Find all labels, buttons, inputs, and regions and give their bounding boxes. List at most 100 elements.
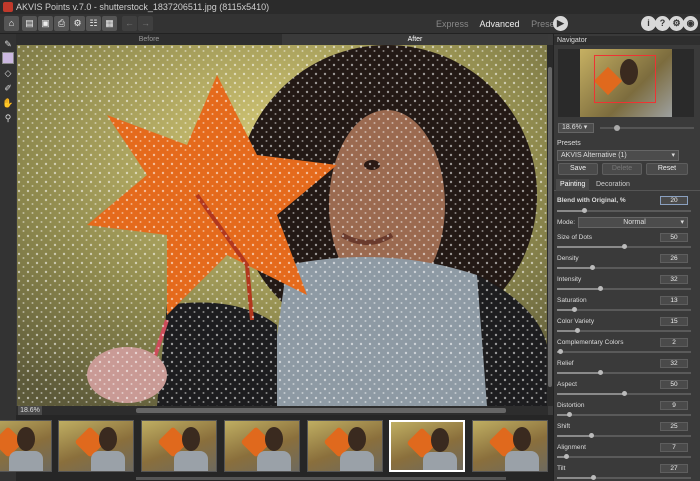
- navigator-preview[interactable]: [558, 49, 694, 117]
- param-value[interactable]: 13: [660, 296, 688, 305]
- param-slider[interactable]: [557, 286, 691, 291]
- param-slider[interactable]: [557, 412, 691, 417]
- param-slider[interactable]: [557, 370, 691, 375]
- canvas-zoom-bar: 18.6%: [16, 406, 548, 415]
- batch-icon[interactable]: ⚙: [70, 16, 85, 31]
- window-title: AKVIS Points v.7.0 - shutterstock_183720…: [16, 2, 270, 12]
- title-bar: AKVIS Points v.7.0 - shutterstock_183720…: [0, 0, 700, 14]
- tab-after[interactable]: After: [282, 34, 548, 45]
- param-label: Relief: [557, 360, 574, 367]
- param-value[interactable]: 15: [660, 317, 688, 326]
- preset-thumb-selected[interactable]: [389, 420, 465, 472]
- open-file-icon[interactable]: ▤: [22, 16, 37, 31]
- preset-thumb[interactable]: [224, 420, 300, 472]
- zoom-level[interactable]: 18.6%: [18, 406, 42, 415]
- run-icon[interactable]: ▶: [553, 16, 568, 31]
- presets-title: Presets: [557, 140, 581, 147]
- home-icon[interactable]: ⌂: [4, 16, 19, 31]
- notifications-icon[interactable]: ◉: [683, 16, 698, 31]
- preset-thumb[interactable]: [472, 420, 548, 472]
- param-label: Distortion: [557, 402, 585, 409]
- preset-thumb[interactable]: [0, 420, 52, 472]
- navigator-header: Navigator: [554, 36, 700, 45]
- param-label: Density: [557, 255, 579, 262]
- param-label: Size of Dots: [557, 234, 593, 241]
- save-file-icon[interactable]: ▣: [38, 16, 53, 31]
- param-value[interactable]: 32: [660, 275, 688, 284]
- preferences-icon[interactable]: ▦: [102, 16, 117, 31]
- settings-panel: Navigator 18.6% ▾ Presets AKVIS Alternat…: [553, 34, 700, 481]
- mode-switcher: Express Advanced Presets: [436, 14, 571, 34]
- param-value[interactable]: 25: [660, 422, 688, 431]
- param-value[interactable]: 2: [660, 338, 688, 347]
- canvas-horizontal-scrollbar[interactable]: [136, 408, 506, 413]
- blend-slider[interactable]: [557, 208, 691, 213]
- param-label: Color Variety: [557, 318, 595, 325]
- top-toolbar: ⌂ ▤ ▣ ⎙ ⚙ ☷ ▦ ← → Express Advanced Prese…: [0, 14, 700, 34]
- mode-select[interactable]: Normal ▾: [578, 217, 688, 228]
- redo-icon[interactable]: →: [138, 16, 153, 31]
- param-slider[interactable]: [557, 265, 691, 270]
- preset-select[interactable]: AKVIS Alternative (1) ▾: [557, 150, 679, 161]
- before-after-tabs: Before After: [16, 34, 548, 45]
- preset-filmstrip: [0, 415, 553, 481]
- param-slider[interactable]: [557, 454, 691, 459]
- mode-label: Mode:: [557, 219, 576, 226]
- preset-thumb[interactable]: [307, 420, 383, 472]
- param-label: Shift: [557, 423, 571, 430]
- app-icon: [3, 2, 13, 12]
- navigator-zoom-select[interactable]: 18.6% ▾: [558, 123, 594, 133]
- param-label: Intensity: [557, 276, 582, 283]
- filmstrip-scrollbar[interactable]: [136, 477, 506, 480]
- param-value[interactable]: 27: [660, 464, 688, 473]
- tab-before[interactable]: Before: [16, 34, 282, 45]
- tab-painting[interactable]: Painting: [556, 179, 590, 191]
- navigator-title: Navigator: [557, 37, 587, 44]
- settings-gear-icon[interactable]: ⚙: [669, 16, 684, 31]
- param-value[interactable]: 50: [660, 233, 688, 242]
- param-value[interactable]: 7: [660, 443, 688, 452]
- info-icon[interactable]: i: [641, 16, 656, 31]
- param-value[interactable]: 32: [660, 359, 688, 368]
- param-label: Alignment: [557, 444, 586, 451]
- param-value[interactable]: 26: [660, 254, 688, 263]
- settings-tabs: Painting Decoration: [554, 179, 700, 191]
- param-label: Tilt: [557, 465, 566, 472]
- color-swatch-icon[interactable]: [2, 52, 14, 64]
- mode-advanced[interactable]: Advanced: [480, 19, 520, 29]
- delete-preset-button[interactable]: Delete: [602, 163, 642, 175]
- param-value[interactable]: 50: [660, 380, 688, 389]
- undo-icon[interactable]: ←: [122, 16, 137, 31]
- preset-thumb[interactable]: [141, 420, 217, 472]
- blend-label: Blend with Original, %: [557, 197, 626, 204]
- print-icon[interactable]: ⎙: [54, 16, 69, 31]
- image-canvas[interactable]: [17, 45, 547, 406]
- blend-value[interactable]: 20: [660, 196, 688, 205]
- param-slider[interactable]: [557, 475, 691, 480]
- param-slider[interactable]: [557, 349, 691, 354]
- share-icon[interactable]: ☷: [86, 16, 101, 31]
- tab-decoration[interactable]: Decoration: [592, 179, 634, 191]
- param-label: Saturation: [557, 297, 587, 304]
- hand-tool-icon[interactable]: ✋: [2, 97, 14, 109]
- brush-tool-icon[interactable]: ✎: [2, 38, 14, 50]
- mode-express[interactable]: Express: [436, 19, 469, 29]
- navigator-zoom-slider[interactable]: [600, 125, 694, 131]
- param-slider[interactable]: [557, 391, 691, 396]
- param-slider[interactable]: [557, 433, 691, 438]
- eraser-tool-icon[interactable]: ◇: [2, 67, 14, 79]
- param-slider[interactable]: [557, 307, 691, 312]
- zoom-tool-icon[interactable]: ⚲: [2, 112, 14, 124]
- param-label: Complementary Colors: [557, 339, 624, 346]
- save-preset-button[interactable]: Save: [558, 163, 598, 175]
- tools-sidebar: ✎ ◇ ✐ ✋ ⚲: [0, 34, 16, 481]
- param-slider[interactable]: [557, 244, 691, 249]
- param-value[interactable]: 9: [660, 401, 688, 410]
- param-slider[interactable]: [557, 328, 691, 333]
- help-icon[interactable]: ?: [655, 16, 670, 31]
- reset-preset-button[interactable]: Reset: [646, 163, 688, 175]
- history-brush-icon[interactable]: ✐: [2, 82, 14, 94]
- painted-photo: [17, 45, 547, 406]
- param-label: Aspect: [557, 381, 577, 388]
- preset-thumb[interactable]: [58, 420, 134, 472]
